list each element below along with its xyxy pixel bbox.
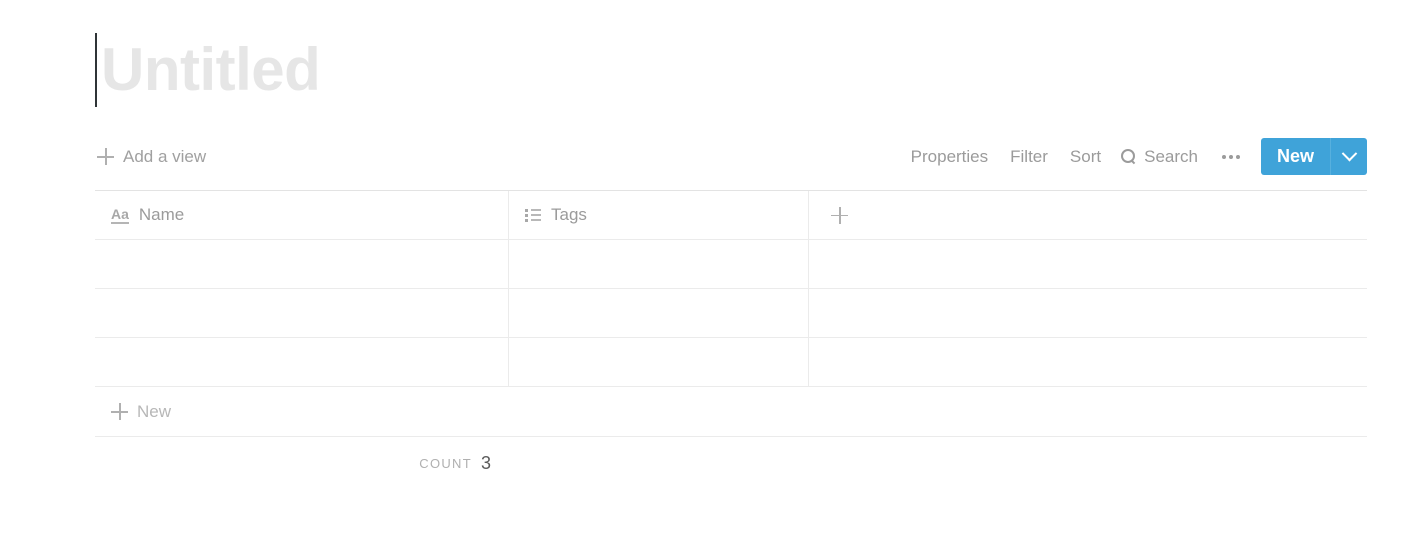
search-icon xyxy=(1121,149,1136,164)
cell-tags[interactable] xyxy=(509,239,809,289)
cell-empty xyxy=(809,289,1367,338)
new-row-button[interactable]: New xyxy=(95,386,1367,437)
cell-name[interactable] xyxy=(95,239,509,289)
table-footer[interactable]: COUNT 3 xyxy=(95,441,509,486)
page-title[interactable]: Untitled xyxy=(95,28,321,112)
ellipsis-dot xyxy=(1228,154,1233,159)
table-row[interactable] xyxy=(95,239,1367,289)
text-cursor xyxy=(95,33,97,107)
page-title-placeholder[interactable]: Untitled xyxy=(101,40,321,100)
new-row-label: New xyxy=(137,401,172,421)
new-button-group: New xyxy=(1260,138,1367,175)
table-row[interactable] xyxy=(95,337,1367,387)
view-toolbar: Add a view Properties Filter Sort Search… xyxy=(95,133,1367,180)
column-header-name[interactable]: Aa Name xyxy=(95,190,509,240)
cell-empty xyxy=(809,240,1367,289)
sort-button[interactable]: Sort xyxy=(1059,142,1112,172)
database-table: Aa Name Tags New xyxy=(95,190,1367,437)
column-header-tags[interactable]: Tags xyxy=(509,190,809,240)
column-header-tags-label: Tags xyxy=(551,205,587,224)
cell-tags[interactable] xyxy=(509,337,809,387)
toolbar-left: Add a view xyxy=(95,144,212,170)
new-dropdown-button[interactable] xyxy=(1331,138,1367,175)
text-type-icon: Aa xyxy=(111,205,129,224)
ellipsis-dot xyxy=(1221,154,1226,159)
add-column-button[interactable] xyxy=(809,191,1367,240)
plus-icon xyxy=(111,403,128,420)
count-value: 3 xyxy=(480,453,491,473)
table-row[interactable] xyxy=(95,288,1367,338)
database-page: Untitled Add a view Properties Filter So… xyxy=(0,0,1423,555)
table-header-row: Aa Name Tags xyxy=(95,190,1367,240)
count-label: COUNT xyxy=(419,456,472,471)
plus-icon xyxy=(97,148,114,165)
column-header-name-label: Name xyxy=(138,205,185,224)
search-label: Search xyxy=(1144,146,1198,166)
filter-button[interactable]: Filter xyxy=(999,142,1059,172)
new-button[interactable]: New xyxy=(1261,138,1331,175)
cell-name[interactable] xyxy=(95,288,509,338)
cell-empty xyxy=(809,338,1367,387)
properties-button[interactable]: Properties xyxy=(900,142,999,172)
cell-name[interactable] xyxy=(95,337,509,387)
chevron-down-icon xyxy=(1341,145,1357,162)
add-view-button[interactable]: Add a view xyxy=(95,144,212,170)
add-view-label: Add a view xyxy=(123,146,207,166)
search-button[interactable]: Search xyxy=(1112,142,1209,172)
multi-select-icon xyxy=(525,209,541,222)
ellipsis-dot xyxy=(1235,154,1240,159)
toolbar-right: Properties Filter Sort Search New xyxy=(900,138,1367,175)
cell-tags[interactable] xyxy=(509,288,809,338)
plus-icon xyxy=(831,206,848,224)
more-options-button[interactable] xyxy=(1209,145,1253,169)
